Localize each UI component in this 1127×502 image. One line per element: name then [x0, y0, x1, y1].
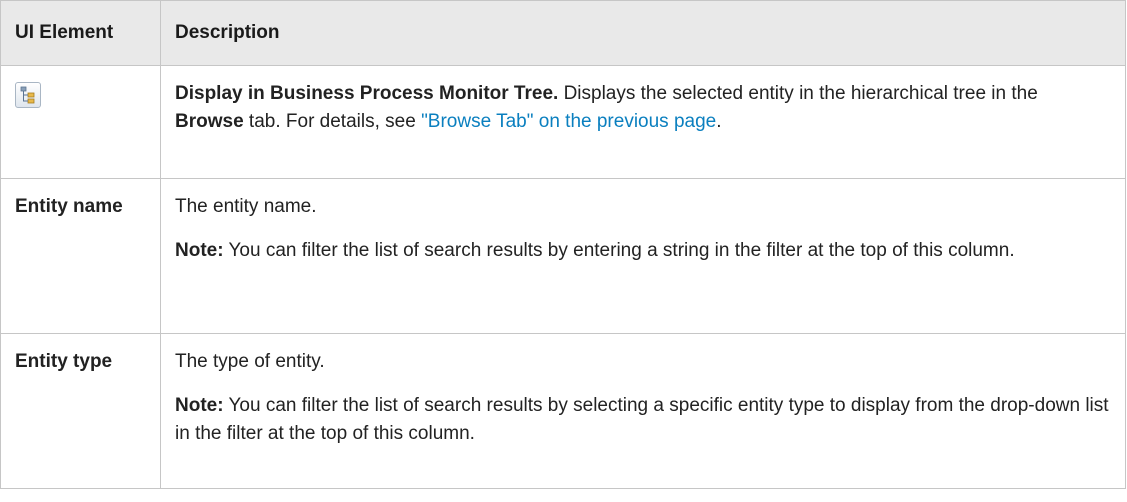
- table-header-row: UI Element Description: [0, 0, 1126, 66]
- desc-text-1: Displays the selected entity in the hier…: [558, 83, 1038, 104]
- note-label: Note:: [175, 395, 224, 416]
- desc-text-2: tab. For details, see: [243, 111, 422, 132]
- desc-bold-browse: Browse: [175, 111, 244, 132]
- header-description: Description: [160, 0, 1126, 66]
- description-main: The type of entity.: [175, 351, 325, 372]
- description-note: Note: You can filter the list of search …: [175, 392, 1111, 448]
- note-text: You can filter the list of search result…: [223, 240, 1015, 261]
- desc-bold-title: Display in Business Process Monitor Tree…: [175, 83, 559, 104]
- table-row: Entity type The type of entity. Note: Yo…: [0, 333, 1126, 489]
- element-cell: [0, 65, 161, 179]
- table-row: Entity name The entity name. Note: You c…: [0, 178, 1126, 334]
- ui-element-table: UI Element Description Display in Busine…: [0, 0, 1126, 489]
- element-cell: Entity name: [0, 178, 161, 334]
- description-note: Note: You can filter the list of search …: [175, 237, 1111, 265]
- tree-glyph: [20, 86, 35, 104]
- description-text: Display in Business Process Monitor Tree…: [175, 80, 1111, 136]
- description-cell: Display in Business Process Monitor Tree…: [160, 65, 1126, 179]
- browse-tab-link[interactable]: "Browse Tab" on the previous page: [421, 111, 716, 132]
- description-cell: The type of entity. Note: You can filter…: [160, 333, 1126, 489]
- header-ui-element: UI Element: [0, 0, 161, 66]
- table-row: Display in Business Process Monitor Tree…: [0, 65, 1126, 179]
- description-main: The entity name.: [175, 196, 317, 217]
- tree-view-icon[interactable]: [15, 82, 41, 108]
- note-text: You can filter the list of search result…: [175, 395, 1109, 444]
- note-label: Note:: [175, 240, 224, 261]
- desc-text-3: .: [716, 111, 722, 132]
- description-cell: The entity name. Note: You can filter th…: [160, 178, 1126, 334]
- element-cell: Entity type: [0, 333, 161, 489]
